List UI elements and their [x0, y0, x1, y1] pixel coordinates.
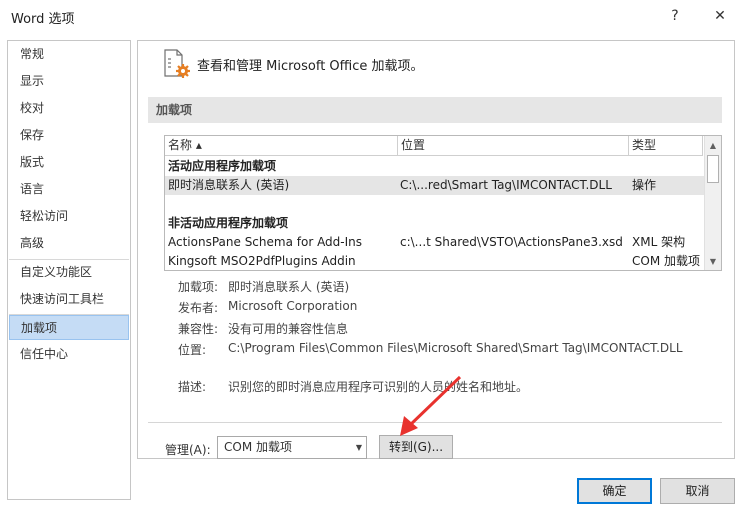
- manage-select[interactable]: COM 加载项 ▼: [217, 436, 367, 459]
- window-title: Word 选项: [11, 12, 75, 27]
- table-row[interactable]: Kingsoft MSO2PdfPlugins Addin COM 加载项: [165, 252, 705, 270]
- row-type: 操作: [632, 178, 657, 192]
- cancel-button[interactable]: 取消: [660, 478, 735, 504]
- table-row[interactable]: 即时消息联系人 (英语) C:\...red\Smart Tag\IMCONTA…: [165, 176, 705, 195]
- detail-publisher-label: 发布者:: [178, 301, 219, 315]
- sidebar-item-display[interactable]: 显示: [9, 69, 129, 94]
- row-name: Kingsoft MSO2PdfPlugins Addin: [168, 254, 356, 268]
- scroll-up-icon[interactable]: ▲: [705, 137, 721, 153]
- chevron-down-icon: ▼: [355, 443, 362, 452]
- sidebar-item-customize-ribbon[interactable]: 自定义功能区: [9, 260, 129, 285]
- detail-location-value: C:\Program Files\Common Files\Microsoft …: [228, 341, 683, 355]
- sidebar-item-proofing[interactable]: 校对: [9, 96, 129, 121]
- manage-select-value: COM 加载项: [224, 440, 292, 454]
- row-location: c:\...t Shared\VSTO\ActionsPane3.xsd: [400, 235, 623, 249]
- group-inactive-label: 非活动应用程序加载项: [168, 216, 289, 230]
- title-bar: [0, 0, 743, 34]
- sidebar-item-advanced[interactable]: 高级: [9, 231, 129, 256]
- sidebar-item-accessibility[interactable]: 轻松访问: [9, 204, 129, 229]
- help-button[interactable]: ?: [655, 0, 695, 32]
- column-header-location[interactable]: 位置: [398, 136, 629, 156]
- scroll-down-icon[interactable]: ▼: [705, 253, 721, 269]
- addins-list[interactable]: 名称 ▴ 位置 类型 活动应用程序加载项 即时消息联系人 (英语) C:\...…: [164, 135, 722, 271]
- column-header-name[interactable]: 名称 ▴: [165, 136, 398, 156]
- row-name: ActionsPane Schema for Add-Ins: [168, 235, 363, 249]
- detail-compat-value: 没有可用的兼容性信息: [228, 322, 349, 336]
- sidebar-item-save[interactable]: 保存: [9, 123, 129, 148]
- detail-desc-label: 描述:: [178, 380, 207, 394]
- detail-compat-label: 兼容性:: [178, 322, 219, 336]
- sidebar-item-general[interactable]: 常规: [9, 42, 129, 67]
- sidebar-item-trust-center[interactable]: 信任中心: [9, 342, 129, 367]
- sidebar-item-language[interactable]: 语言: [9, 177, 129, 202]
- column-header-type[interactable]: 类型: [629, 136, 703, 156]
- row-type: COM 加载项: [632, 254, 700, 268]
- row-name: 即时消息联系人 (英语): [168, 178, 290, 192]
- close-button[interactable]: ✕: [700, 0, 740, 32]
- detail-location-label: 位置:: [178, 343, 207, 357]
- list-group-header: 非活动应用程序加载项: [165, 214, 705, 233]
- help-icon: ?: [671, 8, 679, 24]
- group-active-label: 活动应用程序加载项: [168, 159, 277, 173]
- sidebar-item-layout[interactable]: 版式: [9, 150, 129, 175]
- table-row[interactable]: ActionsPane Schema for Add-Ins c:\...t S…: [165, 233, 705, 252]
- manage-label: 管理(A):: [165, 443, 211, 457]
- section-title: 加载项: [148, 97, 722, 123]
- detail-desc-value: 识别您的即时消息应用程序可识别的人员的姓名和地址。: [228, 380, 529, 394]
- list-group-header: 活动应用程序加载项: [165, 157, 705, 176]
- list-scrollbar[interactable]: ▲ ▼: [704, 136, 721, 270]
- sidebar: 常规 显示 校对 保存 版式 语言 轻松访问 高级 自定义功能区 快速访问工具栏…: [7, 40, 131, 500]
- sidebar-item-quick-access[interactable]: 快速访问工具栏: [9, 287, 129, 312]
- detail-publisher-value: Microsoft Corporation: [228, 299, 358, 313]
- row-location: C:\...red\Smart Tag\IMCONTACT.DLL: [400, 178, 612, 192]
- addins-gear-icon: [162, 48, 192, 80]
- close-icon: ✕: [714, 8, 726, 24]
- row-type: XML 架构: [632, 235, 686, 249]
- sidebar-item-addins[interactable]: 加载项: [9, 315, 129, 340]
- detail-addin-label: 加载项:: [178, 280, 219, 294]
- detail-addin-value: 即时消息联系人 (英语): [228, 280, 350, 294]
- ok-button[interactable]: 确定: [577, 478, 652, 504]
- annotation-arrow-icon: [400, 375, 462, 436]
- scroll-thumb[interactable]: [707, 155, 719, 183]
- page-header-text: 查看和管理 Microsoft Office 加载项。: [197, 59, 424, 74]
